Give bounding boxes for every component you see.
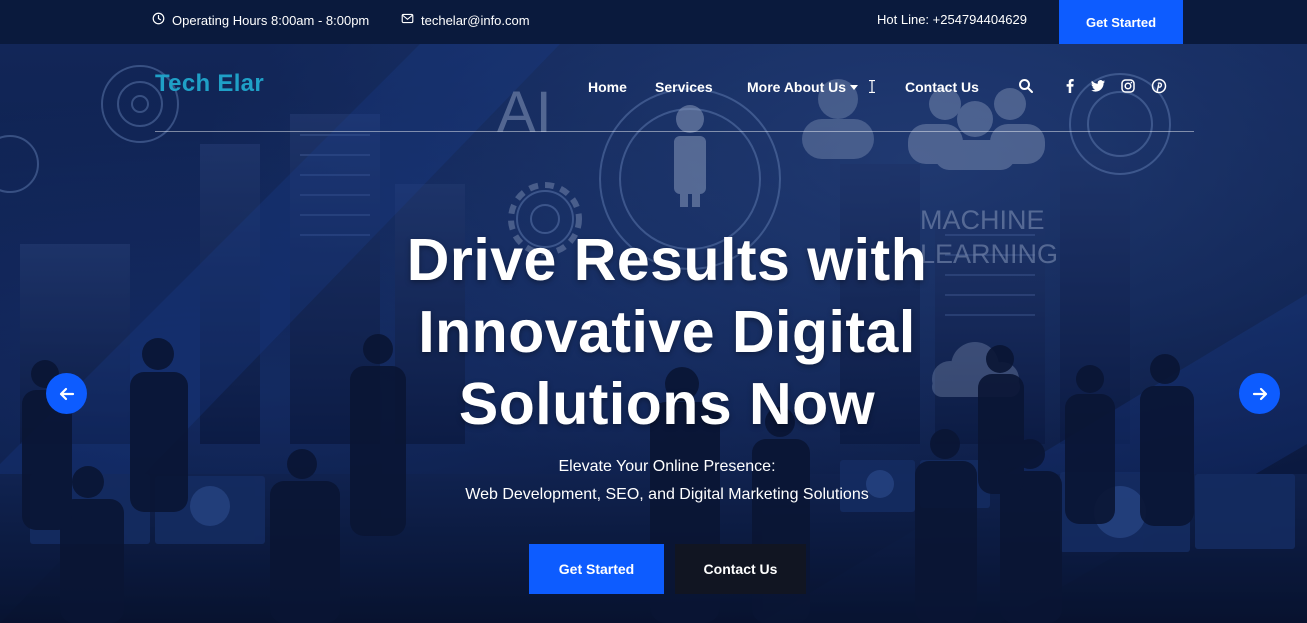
hero-headline: Drive Results with Innovative Digital So… (406, 227, 928, 437)
slider-prev-button[interactable] (46, 373, 87, 414)
nav-services[interactable]: Services (655, 79, 713, 95)
envelope-icon (401, 12, 414, 28)
arrow-left-icon (59, 387, 74, 400)
instagram-icon[interactable] (1120, 78, 1136, 94)
operating-hours: Operating Hours 8:00am - 8:00pm (152, 12, 369, 28)
clock-icon (152, 12, 165, 28)
hero-subtitle-line-2: Web Development, SEO, and Digital Market… (465, 486, 869, 503)
nav-divider (155, 131, 1194, 132)
chevron-down-icon (850, 84, 859, 90)
slider-next-button[interactable] (1239, 373, 1280, 414)
hotline[interactable]: Hot Line: +254794404629 (877, 12, 1027, 27)
nav-more-about-us-label: More About Us (747, 79, 847, 95)
operating-hours-text: Operating Hours 8:00am - 8:00pm (172, 12, 370, 28)
search-icon[interactable] (1018, 78, 1034, 94)
nav-contact-us[interactable]: Contact Us (905, 79, 979, 95)
hero-section: AI MACHINE LEARNING Tech Elar Home Servi… (0, 44, 1307, 623)
pinterest-icon[interactable] (1151, 78, 1167, 94)
facebook-icon[interactable] (1062, 78, 1078, 94)
hero-contact-us-button[interactable]: Contact Us (675, 544, 806, 594)
email-contact[interactable]: techelar@info.com (401, 12, 530, 28)
topbar-get-started-button[interactable]: Get Started (1059, 0, 1183, 44)
twitter-icon[interactable] (1090, 78, 1106, 94)
hero-subtitle-line-1: Elevate Your Online Presence: (558, 458, 776, 475)
email-text[interactable]: techelar@info.com (421, 13, 530, 28)
logo[interactable]: Tech Elar (155, 70, 264, 98)
nav-home[interactable]: Home (588, 79, 627, 95)
hero-get-started-button[interactable]: Get Started (529, 544, 664, 594)
text-cursor-icon (868, 79, 876, 94)
arrow-right-icon (1252, 387, 1267, 400)
top-bar: Operating Hours 8:00am - 8:00pm techelar… (0, 0, 1307, 44)
nav-more-about-us[interactable]: More About Us (747, 79, 859, 95)
